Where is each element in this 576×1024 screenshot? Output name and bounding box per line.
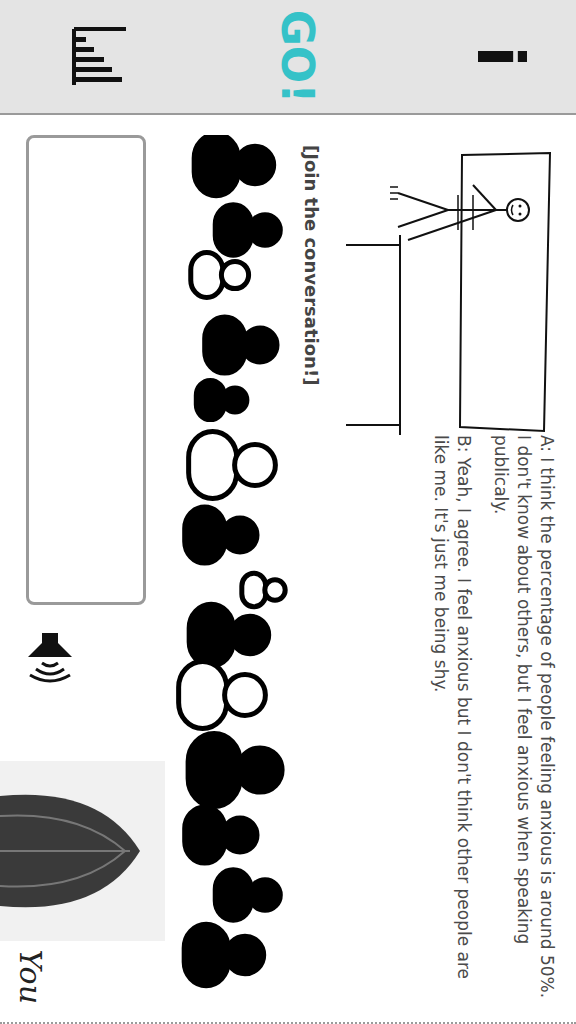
level-chart-icon[interactable]	[70, 25, 130, 89]
audience-member	[196, 380, 247, 419]
user-hair-icon	[0, 776, 160, 926]
audience-member	[185, 807, 257, 863]
audience-member	[215, 870, 280, 920]
audience-member	[189, 604, 269, 666]
join-prompt: [Join the conversation!]	[295, 135, 343, 1012]
answer-input[interactable]	[26, 135, 146, 605]
audience-member	[194, 135, 274, 196]
audience-member	[215, 205, 280, 255]
scene-row: A:I think the percentage of people feeli…	[343, 135, 558, 1012]
audience-member	[184, 924, 264, 986]
audience-member	[205, 317, 277, 373]
speaker-label: B:	[454, 435, 474, 452]
screen: i GO! A:I think the percentage of people f…	[0, 0, 576, 1024]
audience-icon	[175, 135, 295, 1015]
main-stage: A:I think the percentage of people feeli…	[0, 115, 576, 1024]
audience-member	[191, 253, 249, 298]
answer-row: You	[0, 135, 175, 1012]
audience-member	[189, 431, 276, 498]
info-button[interactable]: i	[464, 36, 536, 78]
sidebar: i GO!	[0, 0, 576, 115]
dialogue-line: A:I think the percentage of people feeli…	[489, 435, 558, 1006]
speaker-icon[interactable]	[20, 629, 80, 685]
dialogue: A:I think the percentage of people feeli…	[343, 435, 558, 1012]
audience-member	[242, 573, 285, 607]
user-area: You	[0, 761, 165, 1012]
audience-member	[185, 507, 257, 563]
audience-member	[188, 734, 282, 807]
dialogue-line: B:Yeah, I agree. I feel anxious but I do…	[429, 435, 475, 1006]
speaker-label: A:	[537, 435, 557, 452]
user-label: You	[0, 949, 48, 1012]
presenter-icon	[343, 135, 558, 435]
audience-member	[179, 661, 266, 728]
user-picture	[0, 761, 165, 941]
go-button[interactable]: GO!	[271, 4, 323, 110]
app-canvas: i GO! A:I think the percentage of people f…	[0, 0, 576, 1024]
